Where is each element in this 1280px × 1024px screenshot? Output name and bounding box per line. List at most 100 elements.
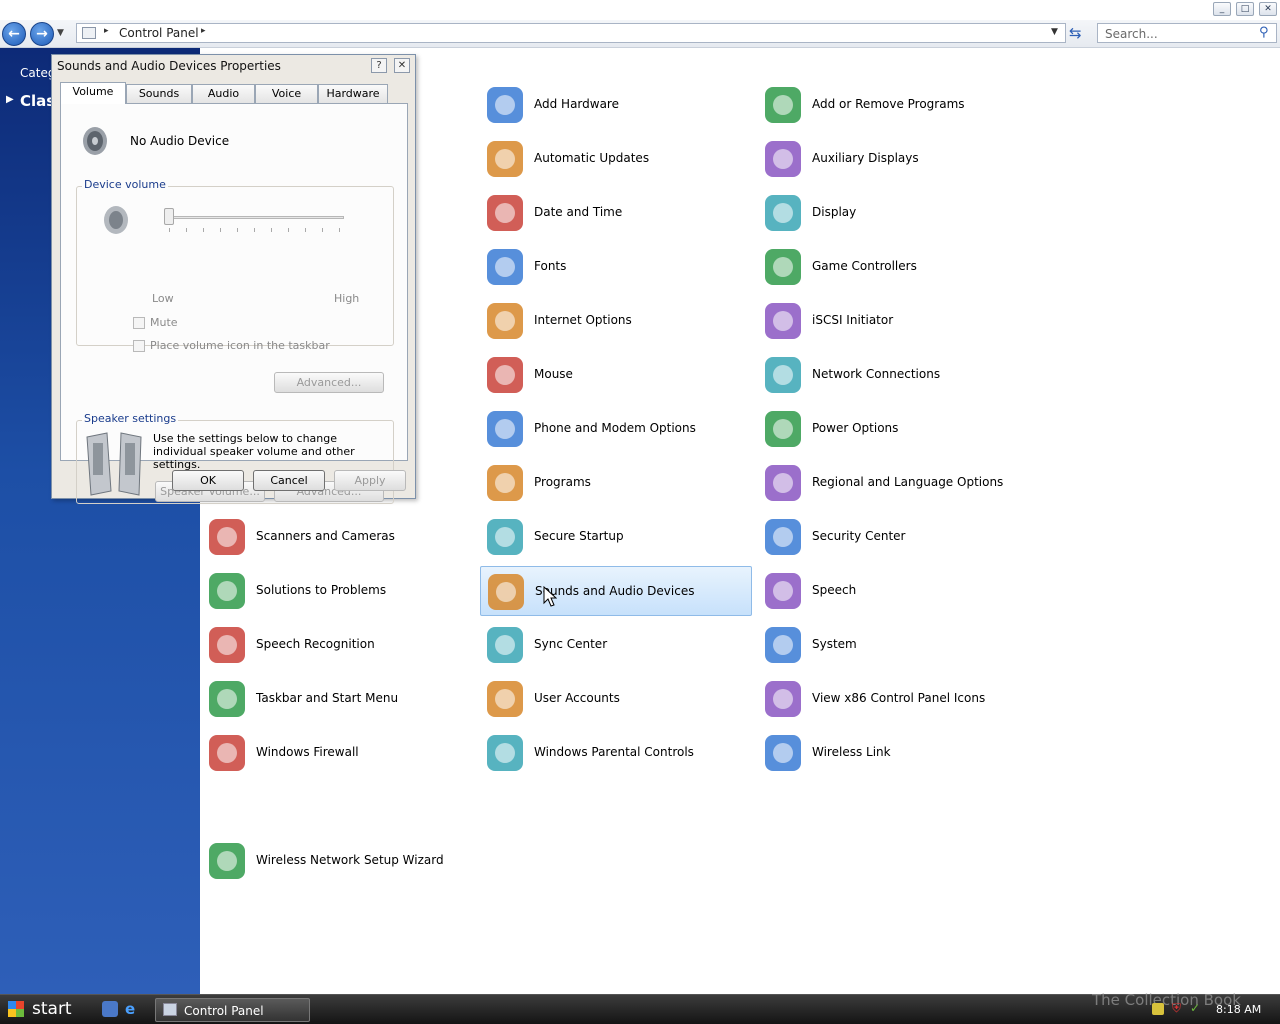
item-add-remove-programs[interactable]: Add or Remove Programs	[758, 80, 1030, 130]
forward-arrow-icon[interactable]: →	[30, 22, 54, 46]
quick-launch-explorer-icon[interactable]	[102, 1001, 118, 1017]
back-arrow-icon[interactable]: ←	[2, 22, 26, 46]
item-speech[interactable]: Speech	[758, 566, 1030, 616]
start-button[interactable]: start	[0, 995, 92, 1024]
tab-sounds[interactable]: Sounds	[126, 84, 192, 103]
tray-network-icon[interactable]	[1152, 1003, 1164, 1015]
slider-high-label: High	[334, 292, 360, 305]
title-bar: _ □ ✕	[0, 0, 1280, 20]
item-internet-options[interactable]: Internet Options	[480, 296, 752, 346]
slider-tick	[169, 228, 170, 232]
speakers-icon	[86, 432, 142, 496]
mouse-cursor-icon	[543, 586, 557, 607]
item-iscsi-initiator[interactable]: iSCSI Initiator	[758, 296, 1030, 346]
item-automatic-updates[interactable]: Automatic Updates	[480, 134, 752, 184]
item-game-controllers[interactable]: Game Controllers	[758, 242, 1030, 292]
maximize-button[interactable]: □	[1236, 2, 1254, 16]
item-auxiliary-displays[interactable]: Auxiliary Displays	[758, 134, 1030, 184]
help-button[interactable]: ?	[371, 58, 387, 73]
mute-checkbox[interactable]	[133, 317, 145, 329]
item-regional-language[interactable]: Regional and Language Options	[758, 458, 1030, 508]
item-security-center[interactable]: Security Center	[758, 512, 1030, 562]
windows-globe-icon	[487, 141, 523, 177]
close-button[interactable]: ✕	[1259, 2, 1277, 16]
volume-slider-track[interactable]	[164, 216, 344, 219]
item-windows-firewall[interactable]: Windows Firewall	[202, 728, 474, 778]
tab-hardware[interactable]: Hardware	[318, 84, 388, 103]
item-label: Secure Startup	[534, 529, 624, 543]
breadcrumb-chevron-icon[interactable]: ▸	[201, 26, 206, 36]
slider-tick	[305, 228, 306, 232]
phone-icon	[487, 411, 523, 447]
classic-view-link[interactable]: Clas	[20, 92, 55, 110]
camera-icon	[209, 519, 245, 555]
advanced-volume-button[interactable]: Advanced...	[274, 372, 384, 393]
tray-update-icon[interactable]: ✓	[1190, 1001, 1200, 1015]
history-dropdown-icon[interactable]: ▼	[57, 28, 64, 38]
mute-label: Mute	[150, 316, 178, 329]
tray-security-icon[interactable]: ⛨	[1172, 1001, 1181, 1016]
item-wireless-network-wizard[interactable]: Wireless Network Setup Wizard	[202, 836, 474, 886]
item-label: Wireless Network Setup Wizard	[256, 853, 444, 867]
breadcrumb-control-panel[interactable]: Control Panel	[119, 26, 199, 40]
item-label: Solutions to Problems	[256, 583, 387, 597]
search-input[interactable]: Search... ⚲	[1097, 23, 1277, 43]
item-sounds-audio[interactable]: Sounds and Audio Devices	[480, 566, 752, 616]
item-date-time[interactable]: Date and Time	[480, 188, 752, 238]
item-label: Fonts	[534, 259, 567, 273]
item-view-x86[interactable]: View x86 Control Panel Icons	[758, 674, 1030, 724]
search-placeholder: Search...	[1105, 27, 1158, 41]
item-mouse[interactable]: Mouse	[480, 350, 752, 400]
tab-voice[interactable]: Voice	[255, 84, 318, 103]
address-dropdown-icon[interactable]: ▼	[1051, 27, 1058, 37]
item-fonts[interactable]: Fonts	[480, 242, 752, 292]
item-display[interactable]: Display	[758, 188, 1030, 238]
item-label: Sounds and Audio Devices	[535, 584, 695, 598]
item-power-options[interactable]: Power Options	[758, 404, 1030, 454]
item-network-connections[interactable]: Network Connections	[758, 350, 1030, 400]
tab-volume[interactable]: Volume	[60, 82, 126, 104]
address-bar[interactable]: ▸ Control Panel ▸ ▼	[76, 23, 1066, 43]
item-user-accounts[interactable]: User Accounts	[480, 674, 752, 724]
cancel-button[interactable]: Cancel	[253, 470, 325, 491]
tab-audio[interactable]: Audio	[192, 84, 255, 103]
power-plug-icon	[765, 411, 801, 447]
taskbar-control-panel-button[interactable]: Control Panel	[155, 998, 310, 1022]
item-label: System	[812, 637, 857, 651]
item-label: Mouse	[534, 367, 573, 381]
taskbar-control-panel-label: Control Panel	[184, 1004, 264, 1018]
item-taskbar-start-menu[interactable]: Taskbar and Start Menu	[202, 674, 474, 724]
item-scanners-cameras[interactable]: Scanners and Cameras	[202, 512, 474, 562]
item-label: Power Options	[812, 421, 899, 435]
minimize-button[interactable]: _	[1213, 2, 1231, 16]
quick-launch-ie-icon[interactable]: e	[125, 1000, 135, 1018]
item-label: Regional and Language Options	[812, 475, 1004, 489]
slider-tick	[220, 228, 221, 232]
globe-check-icon	[487, 303, 523, 339]
item-wireless-link[interactable]: Wireless Link	[758, 728, 1030, 778]
place-volume-icon-checkbox[interactable]	[133, 340, 145, 352]
slider-tick	[237, 228, 238, 232]
ok-button[interactable]: OK	[172, 470, 244, 491]
item-speech-recognition[interactable]: Speech Recognition	[202, 620, 474, 670]
item-parental-controls[interactable]: Windows Parental Controls	[480, 728, 752, 778]
volume-slider-thumb[interactable]	[164, 208, 174, 225]
item-label: Speech Recognition	[256, 637, 375, 651]
item-programs[interactable]: Programs	[480, 458, 752, 508]
refresh-icon[interactable]: ⇆	[1069, 24, 1082, 42]
item-solutions-problems[interactable]: Solutions to Problems	[202, 566, 474, 616]
item-phone-modem[interactable]: Phone and Modem Options	[480, 404, 752, 454]
item-label: Phone and Modem Options	[534, 421, 696, 435]
item-secure-startup[interactable]: Secure Startup	[480, 512, 752, 562]
breadcrumb-chevron-icon[interactable]: ▸	[104, 26, 109, 36]
dialog-close-button[interactable]: ✕	[394, 58, 410, 73]
sync-arrows-icon	[487, 627, 523, 663]
speaker-settings-text: Use the settings below to change individ…	[153, 432, 355, 471]
monitor-icon	[765, 195, 801, 231]
item-label: Programs	[534, 475, 591, 489]
item-sync-center[interactable]: Sync Center	[480, 620, 752, 670]
item-system[interactable]: System	[758, 620, 1030, 670]
apply-button[interactable]: Apply	[334, 470, 406, 491]
item-add-hardware[interactable]: Add Hardware	[480, 80, 752, 130]
search-icon[interactable]: ⚲	[1259, 25, 1269, 40]
